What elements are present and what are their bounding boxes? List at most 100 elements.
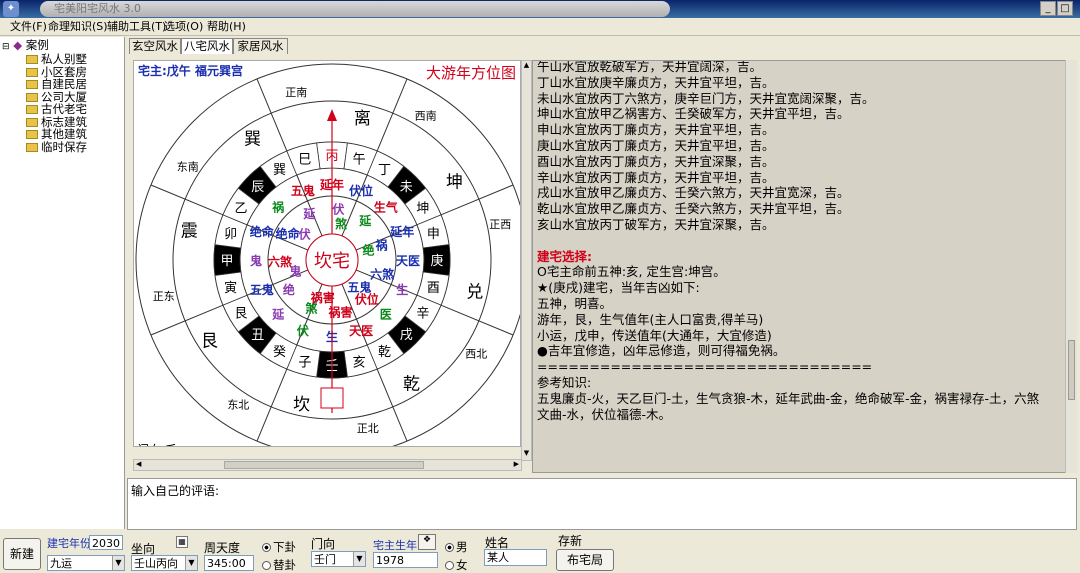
sector-divider — [256, 78, 288, 152]
tab-jiaju[interactable]: 家居风水 — [233, 38, 288, 54]
analysis-line: 乾山水宜放甲乙廉贞方、壬癸六煞方，天井宜平坦，吉。 — [537, 201, 850, 217]
mountain-label: 癸 — [273, 345, 286, 360]
analysis-line: 庚山水宜放丙丁廉贞方，天井宜平坦，吉。 — [537, 138, 775, 153]
new-button[interactable]: 新建 — [3, 538, 41, 570]
analysis-line: 丁山水宜放庚辛廉贞方，天井宜平坦，吉。 — [537, 74, 775, 90]
build-year-input[interactable]: 2030 — [89, 535, 123, 550]
name-input[interactable]: 某人 — [484, 549, 547, 566]
bottom-toolbar: 新建 建宅年份 2030 九运 ▼ 坐向 ▦ 壬山丙向 ▼ 周天度 345:00… — [0, 530, 1080, 573]
tab-xuankong[interactable]: 玄空风水 — [129, 38, 181, 54]
lookup-icon[interactable]: ❖ — [418, 534, 436, 550]
trigram-label: 坎 — [293, 395, 310, 415]
folder-icon — [26, 105, 38, 114]
trigram-label: 艮 — [201, 332, 218, 352]
chevron-down-icon[interactable]: ▼ — [353, 552, 365, 566]
menxiang-select[interactable]: 壬门 ▼ — [311, 551, 366, 567]
mountain-label: 巽 — [273, 163, 286, 178]
direction-label: 西北 — [465, 348, 487, 361]
owner-year-label: 宅主生年 — [373, 539, 417, 552]
female-radio[interactable]: 女 — [445, 557, 468, 573]
menu-bar: 文件(F) 命理知识(S) 辅助工具(T) 选项(O) 帮助(H) — [0, 18, 1080, 36]
mountain-label: 辰 — [251, 180, 264, 195]
star-label: 生 — [396, 282, 408, 297]
tab-bazhai[interactable]: 八宅风水 — [181, 38, 233, 54]
menxiang-label: 门向 — [311, 537, 336, 551]
star-label: 伏位 — [349, 183, 373, 198]
analysis-text-pane[interactable]: 午山水宜放乾破军方，天井宜阔深，吉。 丁山水宜放庚辛廉贞方，天井宜平坦，吉。 未山水… — [532, 60, 1066, 473]
star-label: 伏 — [332, 201, 344, 216]
zhoutiandu-input[interactable]: 345:00 — [204, 555, 254, 571]
male-radio[interactable]: 男 — [445, 539, 468, 555]
analysis-line: 游年，艮，生气值年(主人口富贵,得羊马) — [537, 311, 764, 327]
star-label: 延 — [358, 213, 372, 228]
analysis-line: 五神，明喜。 — [537, 296, 613, 311]
direction-label: 西南 — [415, 110, 437, 123]
scroll-thumb[interactable] — [224, 461, 424, 469]
analysis-line: 文曲-水，伏位福德-木。 — [537, 406, 672, 422]
sector-divider — [256, 368, 288, 442]
mountain-label: 庚 — [430, 253, 443, 269]
chart-horizontal-scrollbar[interactable]: ◀ ▶ — [133, 459, 522, 471]
xiagua-radio[interactable]: 下卦 — [262, 539, 296, 555]
mountain-label: 子 — [298, 355, 311, 370]
tree-root-label: 案例 — [25, 38, 49, 52]
analysis-line: 午山水宜放乾破军方，天井宜阔深，吉。 — [537, 60, 763, 74]
folder-icon — [26, 92, 38, 102]
tigua-radio[interactable]: 替卦 — [262, 557, 296, 573]
menu-options[interactable]: 选项(O) — [164, 20, 203, 34]
trigram-label: 离 — [354, 109, 371, 129]
mountain-label: 酉 — [427, 281, 440, 296]
chart-pane: 丙午丁未坤申庚酉辛戌乾亥壬子癸丑艮寅甲卯乙辰巽巳正南 西南 正西 西北 正北 东北 正东 东南… — [133, 60, 521, 447]
radio-selected-icon — [445, 543, 454, 552]
mountain-label: 甲 — [220, 254, 233, 269]
app-icon[interactable]: ✦ — [3, 1, 19, 17]
text-vertical-scrollbar[interactable] — [1065, 60, 1077, 473]
analysis-line: 辛山水宜放丙丁廉贞方，天井宜平坦，吉。 — [537, 169, 775, 185]
minimize-icon[interactable]: _ — [1040, 1, 1056, 16]
menu-file[interactable]: 文件(F) — [10, 20, 47, 34]
mountain-label: 乾 — [378, 345, 391, 360]
scroll-up-icon[interactable]: ▲ — [522, 61, 531, 72]
zuoxiang-value: 壬山丙向 — [134, 557, 178, 570]
owner-header: 宅主:戊午 福元巽宫 — [138, 63, 243, 78]
yun-select[interactable]: 九运 ▼ — [47, 555, 125, 571]
mountain-label: 申 — [427, 227, 440, 242]
tree-item[interactable]: 临时保存 — [26, 140, 87, 154]
mountain-label: 乙 — [235, 202, 248, 217]
owner-year-input[interactable]: 1978 — [373, 552, 438, 568]
comment-box[interactable]: 输入自己的评语: — [127, 478, 1077, 530]
chevron-down-icon[interactable]: ▼ — [112, 556, 124, 570]
star-label: 鬼 — [250, 253, 262, 268]
menu-tools[interactable]: 辅助工具(T) — [107, 20, 166, 34]
star-label: 六煞 — [370, 267, 395, 282]
radio-icon — [262, 561, 271, 570]
star-label: 绝 — [363, 243, 375, 258]
radio-icon — [445, 561, 454, 570]
scroll-left-icon[interactable]: ◀ — [136, 460, 141, 468]
menu-help[interactable]: 帮助(H) — [207, 20, 246, 34]
xiagua-label: 下卦 — [273, 540, 296, 554]
female-label: 女 — [456, 558, 468, 572]
maximize-icon[interactable]: □ — [1057, 1, 1073, 16]
zuoxiang-select[interactable]: 壬山丙向 ▼ — [131, 555, 198, 571]
chevron-down-icon[interactable]: ▼ — [185, 556, 197, 570]
star-label: 延 — [302, 206, 316, 221]
trigram-label: 乾 — [403, 374, 420, 394]
chart-vertical-scrollbar[interactable]: ▲ ▼ — [521, 60, 532, 461]
text-scroll-thumb[interactable] — [1068, 340, 1075, 400]
build-year-label: 建宅年份 — [47, 537, 91, 550]
chart-title: 大游年方位图 — [426, 64, 516, 82]
analysis-line: 参考知识: — [537, 375, 592, 390]
direction-label: 东南 — [177, 160, 199, 173]
star-label: 绝命 — [250, 224, 275, 239]
calendar-icon[interactable]: ▦ — [176, 536, 188, 548]
folder-icon — [26, 80, 38, 89]
analysis-line: 五鬼廉贞-火，天乙巨门-土，生气贪狼-木，延年武曲-金，绝命破军-金，祸害禄存-… — [537, 390, 1040, 406]
scroll-right-icon[interactable]: ▶ — [514, 460, 519, 468]
layout-button[interactable]: 布宅局 — [556, 549, 614, 571]
analysis-line: ★(庚戌)建宅，当年吉凶如下: — [537, 280, 700, 296]
menu-knowledge[interactable]: 命理知识(S) — [48, 20, 108, 34]
mountain-label: 未 — [400, 180, 413, 195]
scroll-down-icon[interactable]: ▼ — [522, 449, 531, 460]
star-label: 煞 — [335, 216, 348, 231]
